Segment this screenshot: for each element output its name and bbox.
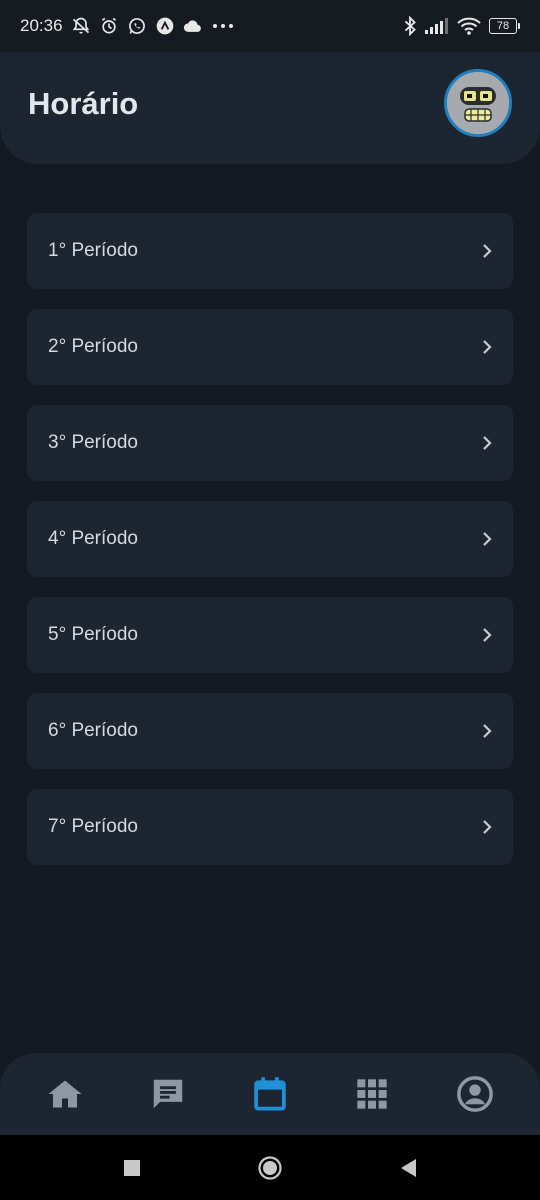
triangle-left-icon <box>401 1158 416 1177</box>
status-bar-right: 78 <box>403 16 520 36</box>
nav-home[interactable] <box>37 1066 93 1122</box>
period-label: 1° Período <box>48 240 138 261</box>
status-bar-left: 20:36 <box>20 16 235 36</box>
battery-icon: 78 <box>489 18 520 34</box>
nav-calendar[interactable] <box>242 1066 298 1122</box>
period-label: 3° Período <box>48 432 138 453</box>
period-item-7[interactable]: 7° Período <box>27 789 513 865</box>
period-label: 2° Período <box>48 336 138 357</box>
home-icon <box>48 1080 82 1108</box>
chevron-right-icon <box>481 818 493 836</box>
bluetooth-icon <box>403 16 417 36</box>
status-time: 20:36 <box>20 16 63 35</box>
period-list: 1° Período 2° Período 3° Período 4° Perí… <box>27 213 513 885</box>
period-item-6[interactable]: 6° Período <box>27 693 513 769</box>
chevron-right-icon <box>481 530 493 548</box>
calendar-icon <box>254 1077 286 1111</box>
header: Horário <box>0 52 540 164</box>
period-item-4[interactable]: 4° Período <box>27 501 513 577</box>
bottom-nav <box>0 1053 540 1135</box>
cloud-icon <box>183 18 203 34</box>
period-label: 4° Período <box>48 528 138 549</box>
wifi-icon <box>457 17 481 35</box>
system-nav-bar <box>0 1135 540 1200</box>
period-label: 5° Período <box>48 624 138 645</box>
alarm-icon <box>99 16 119 36</box>
period-item-1[interactable]: 1° Período <box>27 213 513 289</box>
period-item-2[interactable]: 2° Período <box>27 309 513 385</box>
robot-avatar-icon <box>447 72 509 134</box>
back-button[interactable] <box>388 1148 428 1188</box>
chevron-right-icon <box>481 722 493 740</box>
circle-icon <box>258 1155 282 1180</box>
page-title: Horário <box>28 86 139 121</box>
chevron-right-icon <box>481 434 493 452</box>
recents-button[interactable] <box>112 1148 152 1188</box>
more-icon <box>211 22 235 30</box>
period-label: 7° Período <box>48 816 138 837</box>
app-icon <box>155 16 175 36</box>
battery-level: 78 <box>489 18 517 34</box>
period-item-3[interactable]: 3° Período <box>27 405 513 481</box>
status-bar: 20:36 78 <box>0 0 540 52</box>
signal-icon <box>425 18 449 34</box>
avatar[interactable] <box>444 69 512 137</box>
messages-icon <box>153 1079 182 1109</box>
chevron-right-icon <box>481 242 493 260</box>
apps-grid-icon <box>357 1079 388 1109</box>
notifications-off-icon <box>71 16 91 36</box>
profile-icon <box>456 1076 493 1112</box>
nav-messages[interactable] <box>140 1066 196 1122</box>
whatsapp-icon <box>127 16 147 36</box>
period-item-5[interactable]: 5° Período <box>27 597 513 673</box>
home-button[interactable] <box>250 1148 290 1188</box>
chevron-right-icon <box>481 338 493 356</box>
battery-tip <box>518 23 520 29</box>
chevron-right-icon <box>481 626 493 644</box>
nav-profile[interactable] <box>447 1066 503 1122</box>
period-label: 6° Período <box>48 720 138 741</box>
square-icon <box>124 1159 140 1176</box>
nav-apps[interactable] <box>344 1066 400 1122</box>
